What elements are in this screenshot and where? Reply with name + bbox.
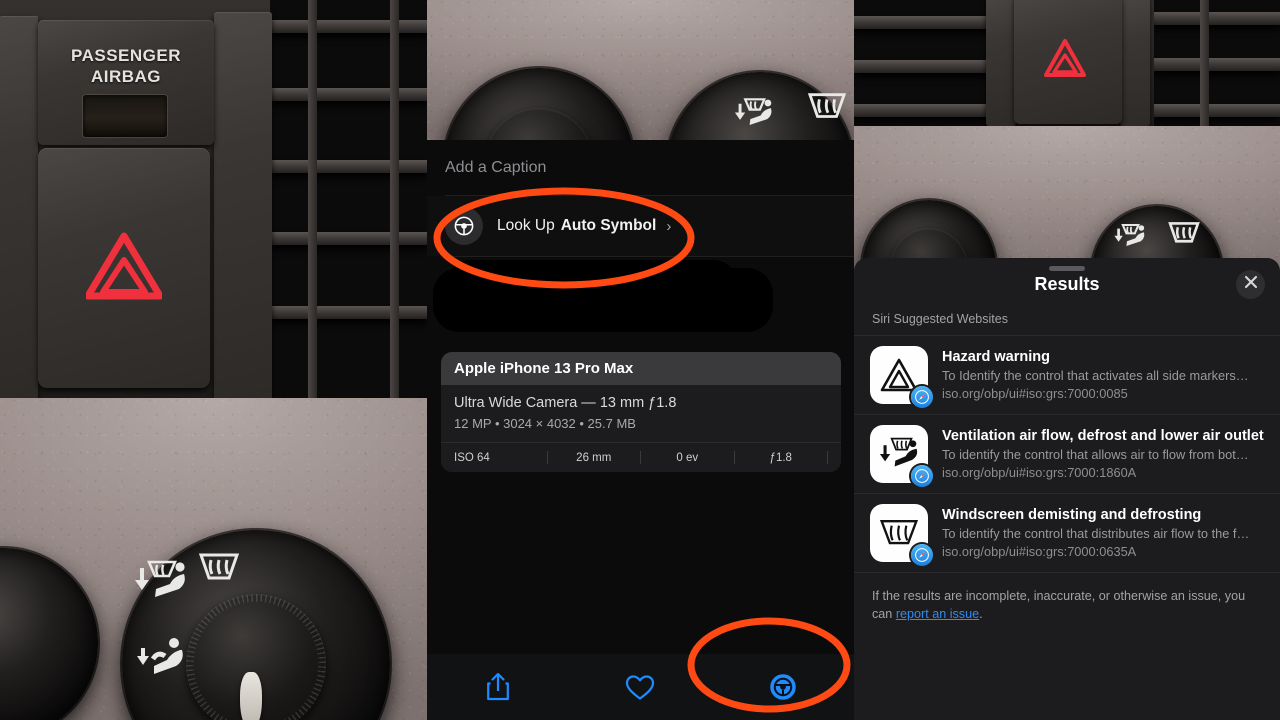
airbag-status-window [83,95,167,137]
redaction-block [447,260,737,306]
share-button[interactable] [427,672,569,702]
footer-note: If the results are incomplete, inaccurat… [854,573,1280,624]
look-up-prefix: Look Up [497,217,555,234]
heart-icon [625,674,655,701]
steering-wheel-icon [445,207,483,245]
passenger-airbag-label-line1: PASSENGER [71,46,181,65]
result-text: Ventilation air flow, defrost and lower … [942,425,1264,481]
look-up-row[interactable]: Look Up Auto Symbol › [427,196,854,256]
page-title: Results [1034,273,1100,294]
chevron-right-icon: › [666,217,672,235]
device-title: Apple iPhone 13 Pro Max [441,352,841,385]
photo-toolbar [427,654,854,720]
passenger-airbag-label-line2: AIRBAG [90,67,162,86]
safari-icon [911,544,933,566]
panel-visual-look-up-results: Results Siri Suggested Websites Hazard w… [854,0,1280,720]
air-vent [854,0,994,130]
airflow-face-and-feet-icon [1112,222,1148,252]
result-description: To identify the control that allows air … [942,447,1249,463]
divider [827,451,828,464]
windscreen-defrost-icon [805,88,849,126]
airflow-feet-icon [134,636,198,678]
hazard-triangle-icon [86,232,162,300]
steering-wheel-icon [768,672,798,702]
footer-text-after: . [979,607,983,622]
list-item[interactable]: Windscreen demisting and defrosting To i… [854,494,1280,573]
result-title: Ventilation air flow, defrost and lower … [942,428,1264,444]
image-specs: 12 MP • 3024 × 4032 • 25.7 MB [454,416,636,431]
windscreen-defrost-icon [870,504,933,566]
safari-icon [911,386,933,408]
list-item[interactable]: Ventilation air flow, defrost and lower … [854,415,1280,494]
windscreen-defrost-icon [196,548,242,588]
list-item[interactable]: Hazard warning To Identify the control t… [854,336,1280,415]
section-label: Siri Suggested Websites [872,312,1008,326]
look-up-subject: Auto Symbol [560,217,657,234]
result-url: iso.org/obp/ui#iso:grs:7000:0085 [942,385,1128,401]
hazard-triangle-icon [1043,38,1087,78]
windscreen-defrost-icon [1166,218,1202,249]
device-details: Ultra Wide Camera — 13 mm ƒ1.8 12 MP • 3… [441,385,841,442]
visual-look-up-button[interactable] [712,672,854,702]
hazard-triangle-icon [870,346,933,408]
air-vent [270,0,427,400]
caption-placeholder: Add a Caption [445,158,547,176]
exif-strip[interactable]: ISO 64 26 mm 0 ev ƒ1.8 [441,442,841,472]
photo-info-sheet: Add a Caption Look Up Auto Symbol › Appl… [427,140,854,720]
screenshot-stage: PASSENGER AIRBAG Add a Caption Look Up A… [0,0,1280,720]
exif-aperture: ƒ1.8 [769,451,792,464]
lens-info: Ultra Wide Camera — 13 mm ƒ1.8 [454,395,677,411]
result-title: Windscreen demisting and defrosting [942,507,1202,523]
favorite-button[interactable] [569,674,711,701]
result-description: To identify the control that distributes… [942,526,1250,542]
result-title: Hazard warning [942,349,1050,365]
results-sheet: Results Siri Suggested Websites Hazard w… [854,258,1280,720]
exif-exposure: 0 ev [676,451,699,464]
result-text: Hazard warning To Identify the control t… [942,346,1249,402]
airflow-face-and-feet-icon [732,96,776,132]
results-header: Results [854,258,1280,310]
safari-icon [911,465,933,487]
air-vent [1154,0,1280,130]
photo-metadata-card: Apple iPhone 13 Pro Max Ultra Wide Camer… [441,352,841,472]
results-list: Hazard warning To Identify the control t… [854,335,1280,573]
look-up-label: Look Up Auto Symbol › [497,217,671,235]
panel-photo-info-sheet: Add a Caption Look Up Auto Symbol › Appl… [427,0,854,720]
exif-focal-length: 26 mm [576,451,612,464]
report-an-issue-link[interactable]: report an issue [896,607,979,621]
dashboard-photo-left: PASSENGER AIRBAG [0,0,427,720]
result-url: iso.org/obp/ui#iso:grs:7000:0635A [942,543,1137,559]
airflow-face-and-feet-icon [131,558,191,606]
share-icon [485,672,511,702]
close-button[interactable] [1236,270,1265,299]
caption-row[interactable]: Add a Caption [427,140,854,195]
result-text: Windscreen demisting and defrosting To i… [942,504,1249,560]
close-icon [1244,275,1258,294]
ventilation-airflow-defrost-icon [870,425,933,487]
panel-photo-closeup: PASSENGER AIRBAG [0,0,427,720]
result-url: iso.org/obp/ui#iso:grs:7000:1860A [942,464,1137,480]
result-description: To Identify the control that activates a… [942,368,1249,384]
exif-iso: ISO 64 [454,451,490,464]
